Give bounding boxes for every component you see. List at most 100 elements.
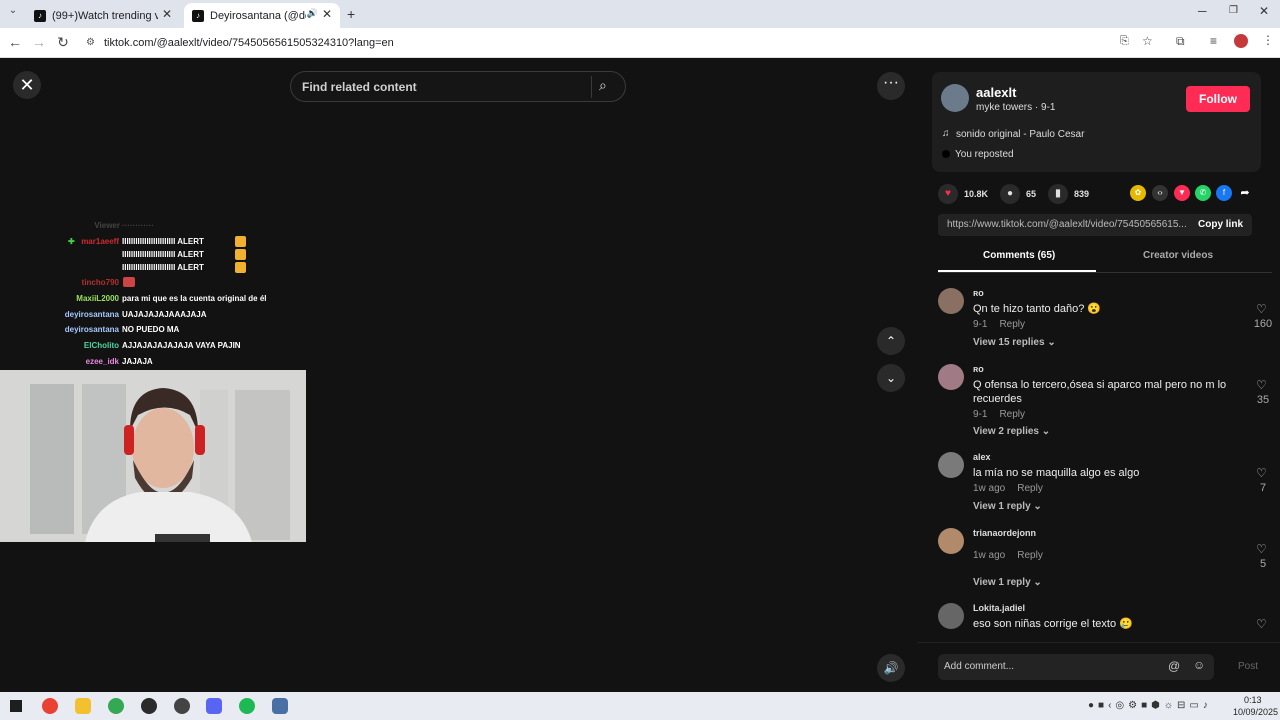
profile-avatar[interactable] bbox=[1234, 34, 1248, 48]
restore-button[interactable]: ❐ bbox=[1229, 5, 1238, 16]
like-heart-icon[interactable]: ♡ bbox=[1256, 466, 1267, 480]
details-panel: aalexlt myke towers · 9-1 Follow ♫ sonid… bbox=[918, 58, 1280, 692]
send-icon[interactable]: ▼ bbox=[1174, 185, 1190, 201]
close-window-button[interactable]: ✕ bbox=[1259, 4, 1269, 18]
emote-icon bbox=[235, 236, 246, 247]
comment-text: Q ofensa lo tercero,ósea si aparco mal p… bbox=[973, 379, 1227, 405]
reply-button[interactable]: Reply bbox=[999, 409, 1025, 420]
view-replies-button[interactable]: View 1 reply ⌄ bbox=[973, 577, 1042, 588]
bookmark-star-icon[interactable]: ☆ bbox=[1142, 34, 1153, 48]
speaker-icon[interactable]: 🔊 bbox=[307, 8, 318, 19]
follow-button[interactable]: Follow bbox=[1186, 86, 1250, 112]
spotify-icon[interactable] bbox=[239, 698, 255, 714]
browser-tab-bar: ⌄ ♪ (99+)Watch trending videos fo ✕ ♪ De… bbox=[0, 0, 1280, 28]
comment-input-box[interactable]: Add comment... @ ☺ bbox=[938, 654, 1214, 680]
new-tab-button[interactable]: + bbox=[347, 6, 355, 22]
save-stat[interactable]: ▮ 839 bbox=[1048, 184, 1089, 204]
windows-start-icon[interactable] bbox=[10, 700, 22, 712]
forward-icon[interactable]: → bbox=[30, 34, 48, 50]
creator-username[interactable]: aalexlt bbox=[976, 85, 1016, 100]
close-tab-icon[interactable]: ✕ bbox=[322, 7, 332, 21]
clock-date[interactable]: 10/09/2025 bbox=[1233, 707, 1278, 717]
like-heart-icon[interactable]: ♡ bbox=[1256, 617, 1267, 631]
avatar[interactable] bbox=[938, 364, 964, 390]
comment-date: 9-1 bbox=[973, 319, 988, 330]
reply-button[interactable]: Reply bbox=[1017, 483, 1043, 494]
creator-avatar[interactable] bbox=[941, 84, 969, 112]
file-explorer-icon[interactable] bbox=[75, 698, 91, 714]
reply-button[interactable]: Reply bbox=[1017, 550, 1043, 561]
search-box[interactable]: Find related content ⌕ bbox=[290, 71, 626, 102]
chat-user: ElCholito bbox=[83, 341, 119, 350]
comment-input[interactable]: Add comment... bbox=[944, 661, 1014, 672]
comment-author[interactable]: Lokita.jadiel bbox=[973, 603, 1025, 613]
view-replies-button[interactable]: View 15 replies ⌄ bbox=[973, 337, 1056, 348]
tab-list-icon[interactable]: ⌄ bbox=[4, 5, 22, 16]
comment-author[interactable]: alex bbox=[973, 452, 991, 462]
close-video-button[interactable]: ✕ bbox=[13, 71, 41, 99]
embed-icon[interactable]: ‹› bbox=[1152, 185, 1168, 201]
chrome-active-icon[interactable] bbox=[108, 698, 124, 714]
post-button[interactable]: Post bbox=[1238, 661, 1258, 672]
comment-stat[interactable]: ● 65 bbox=[1000, 184, 1036, 204]
like-heart-icon[interactable]: ♡ bbox=[1256, 302, 1267, 316]
comment-author[interactable]: trianaordejonn bbox=[973, 528, 1036, 538]
minimize-button[interactable]: ─ bbox=[1198, 4, 1207, 18]
like-count: 160 bbox=[1253, 318, 1273, 330]
chat-user: mar1aeeff bbox=[81, 237, 119, 246]
video-player[interactable]: ✕ Find related content ⌕ ··· Viewer ····… bbox=[0, 58, 918, 692]
share-link-url[interactable]: https://www.tiktok.com/@aalexlt/video/75… bbox=[947, 219, 1187, 230]
reply-button[interactable]: Reply bbox=[999, 319, 1025, 330]
emoji-icon[interactable]: ☺ bbox=[1193, 658, 1205, 672]
emote-icon bbox=[235, 262, 246, 273]
comment-icon[interactable]: ● bbox=[1000, 184, 1020, 204]
tab-creator-videos[interactable]: Creator videos bbox=[1143, 250, 1213, 261]
search-icon[interactable]: ⌕ bbox=[599, 77, 607, 94]
share-arrow-icon[interactable]: ➦ bbox=[1237, 185, 1253, 201]
gift-icon[interactable]: ✿ bbox=[1130, 185, 1146, 201]
avatar[interactable] bbox=[938, 452, 964, 478]
like-stat[interactable]: ♥ 10.8K bbox=[938, 184, 988, 204]
more-options-button[interactable]: ··· bbox=[877, 72, 905, 100]
next-video-button[interactable]: ⌄ bbox=[877, 364, 905, 392]
avatar[interactable] bbox=[938, 528, 964, 554]
discord-icon[interactable] bbox=[206, 698, 222, 714]
clock-time[interactable]: 0:13 bbox=[1244, 695, 1262, 705]
copy-link-button[interactable]: Copy link bbox=[1198, 219, 1243, 230]
view-replies-button[interactable]: View 2 replies ⌄ bbox=[973, 426, 1050, 437]
sound-title[interactable]: sonido original - Paulo Cesar bbox=[956, 129, 1084, 140]
avatar[interactable] bbox=[938, 288, 964, 314]
tab-comments[interactable]: Comments (65) bbox=[983, 250, 1055, 261]
app-icon[interactable] bbox=[141, 698, 157, 714]
browser-tab-2[interactable]: ♪ Deyirosantana (@dey1ro) | 🔊 ✕ bbox=[184, 3, 340, 28]
comment-author[interactable]: ʀᴏ bbox=[973, 288, 984, 298]
like-count: 7 bbox=[1259, 482, 1267, 494]
comment-date: 9-1 bbox=[973, 409, 988, 420]
previous-video-button[interactable]: ⌃ bbox=[877, 327, 905, 355]
chrome-icon[interactable] bbox=[42, 698, 58, 714]
volume-button[interactable]: 🔊 bbox=[877, 654, 905, 682]
like-heart-icon[interactable]: ♡ bbox=[1256, 542, 1267, 556]
search-input[interactable]: Find related content bbox=[302, 80, 417, 94]
reload-icon[interactable]: ↻ bbox=[54, 34, 72, 51]
facebook-icon[interactable]: f bbox=[1216, 185, 1232, 201]
avatar[interactable] bbox=[938, 603, 964, 629]
steam-icon[interactable] bbox=[174, 698, 190, 714]
install-app-icon[interactable]: ⎘ bbox=[1120, 35, 1129, 48]
heart-icon[interactable]: ♥ bbox=[938, 184, 958, 204]
bookmark-icon[interactable]: ▮ bbox=[1048, 184, 1068, 204]
back-icon[interactable]: ← bbox=[6, 34, 24, 50]
url-field[interactable]: ⚙ tiktok.com/@aalexlt/video/754505656150… bbox=[80, 32, 1160, 54]
view-replies-button[interactable]: View 1 reply ⌄ bbox=[973, 501, 1042, 512]
close-tab-icon[interactable]: ✕ bbox=[162, 7, 172, 21]
browser-menu-icon[interactable]: ⋮ bbox=[1262, 33, 1274, 47]
media-control-icon[interactable]: ≡ bbox=[1210, 34, 1217, 48]
browser-tab-1[interactable]: ♪ (99+)Watch trending videos fo ✕ bbox=[26, 3, 180, 28]
calculator-icon[interactable] bbox=[272, 698, 288, 714]
extensions-icon[interactable]: ⧉ bbox=[1176, 34, 1185, 49]
like-heart-icon[interactable]: ♡ bbox=[1256, 378, 1267, 392]
site-info-icon[interactable]: ⚙ bbox=[86, 32, 95, 54]
mention-icon[interactable]: @ bbox=[1168, 659, 1180, 673]
comment-author[interactable]: ʀᴏ bbox=[973, 364, 984, 374]
whatsapp-icon[interactable]: ✆ bbox=[1195, 185, 1211, 201]
